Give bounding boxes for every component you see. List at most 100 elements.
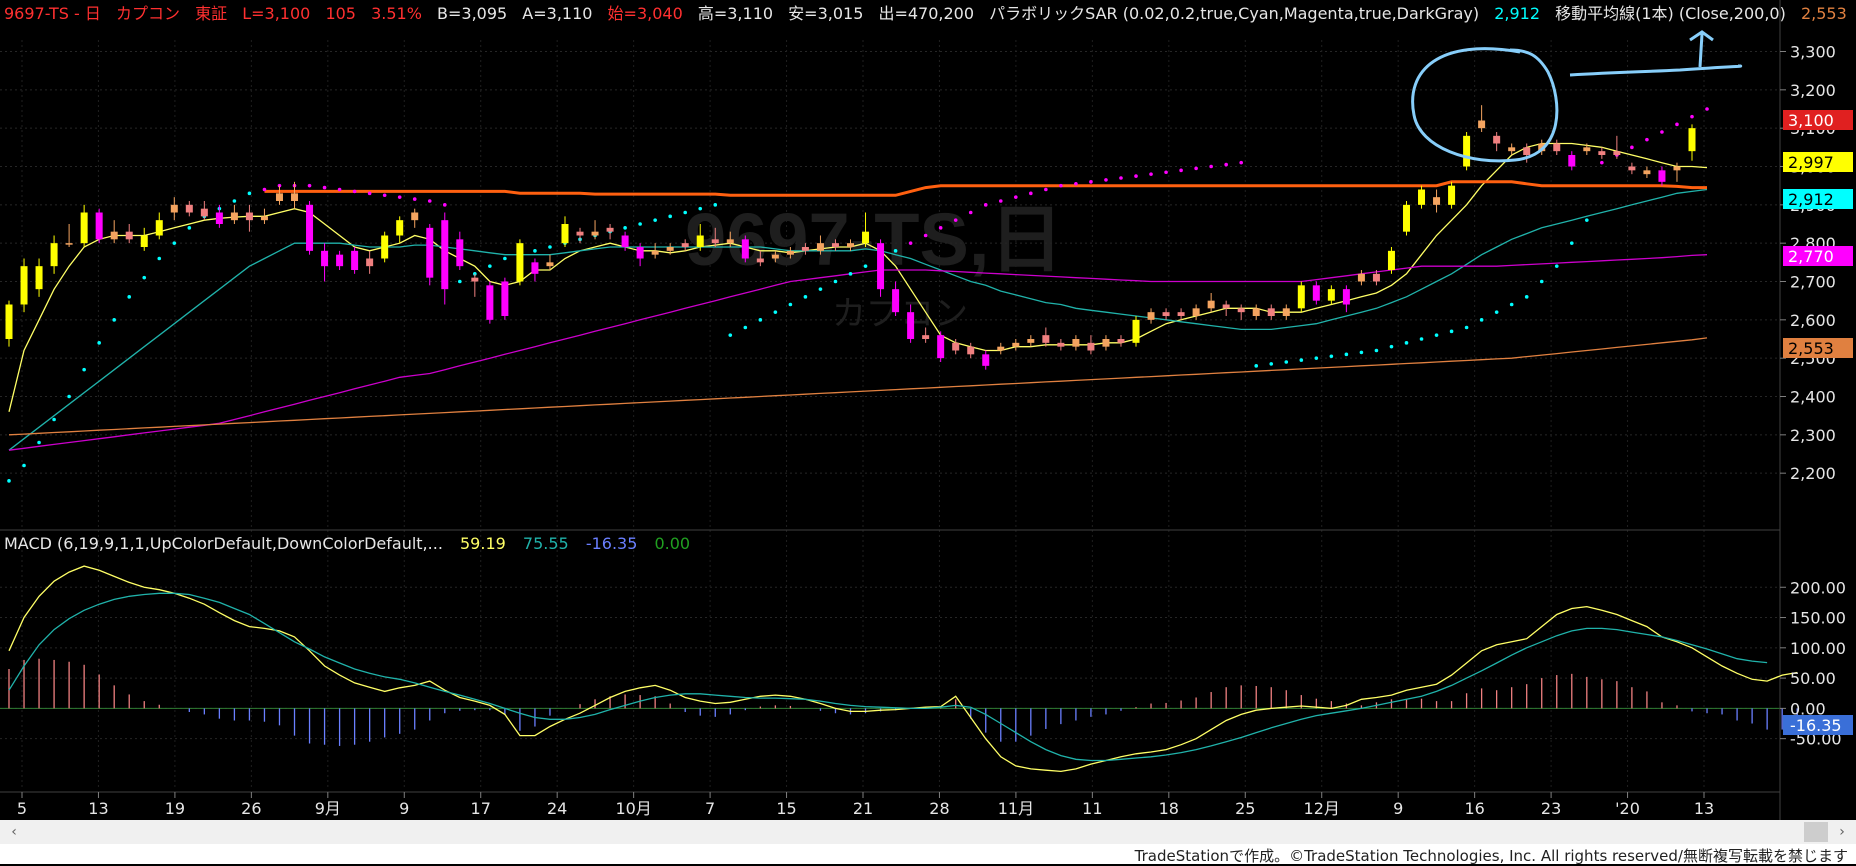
header-change: 105 — [325, 4, 356, 23]
sar-dot — [804, 295, 808, 299]
sar-dot — [338, 188, 342, 192]
header-high: 高=3,110 — [698, 4, 773, 23]
candle-body — [216, 213, 223, 225]
sar-dot — [999, 199, 1003, 203]
horizontal-scrollbar[interactable]: ‹ › — [0, 820, 1856, 844]
candle-body — [997, 347, 1004, 351]
sar-dot — [1525, 295, 1529, 299]
candle-body — [682, 243, 689, 247]
candle-body — [1463, 136, 1470, 167]
sar-dot — [1179, 169, 1183, 173]
sar-badge-text: 2,912 — [1788, 190, 1834, 209]
candle-body — [892, 289, 899, 312]
sar-dot — [1345, 353, 1349, 357]
candle-body — [471, 278, 478, 282]
scrollbar-thumb[interactable] — [1804, 822, 1828, 842]
time-tick-label: 12月 — [1304, 799, 1340, 818]
sar-dot — [157, 257, 161, 261]
candle-body — [1163, 312, 1170, 316]
candle-body — [1598, 151, 1605, 155]
candle-body — [516, 243, 523, 281]
candle-body — [1328, 289, 1335, 301]
sar-dot — [1315, 356, 1319, 360]
candle-body — [366, 259, 373, 267]
time-tick-label: 17 — [471, 799, 491, 818]
macd-tick-label: 200.00 — [1790, 578, 1846, 597]
time-tick-label: 15 — [776, 799, 796, 818]
candle-body — [712, 239, 719, 243]
candle-body — [96, 213, 103, 240]
macd-tick-label: 100.00 — [1790, 639, 1846, 658]
candle-body — [186, 205, 193, 213]
candle-body — [922, 335, 929, 339]
candle-body — [1133, 320, 1140, 343]
sar-dot — [984, 203, 988, 207]
candle-body — [1027, 339, 1034, 343]
candle-body — [1117, 339, 1124, 343]
sar-dot — [1465, 326, 1469, 330]
candle-body — [802, 247, 809, 251]
sar-dot — [503, 257, 507, 261]
time-tick-label: 9 — [1393, 799, 1403, 818]
sar-dot — [37, 441, 41, 445]
candle-body — [1148, 312, 1155, 320]
scroll-right-arrow[interactable]: › — [1830, 822, 1854, 842]
candle-body — [1373, 274, 1380, 282]
sar-dot — [443, 203, 447, 207]
sar-dot — [623, 226, 627, 230]
candle-body — [817, 243, 824, 251]
candle-body — [81, 213, 88, 244]
macd-label: MACD (6,19,9,1,1,UpColorDefault,DownColo… — [4, 534, 443, 553]
ma-200-badge-text: 2,553 — [1788, 339, 1834, 358]
sar-dot — [248, 192, 252, 196]
candle-body — [501, 282, 508, 317]
time-tick-label: 23 — [1541, 799, 1561, 818]
sar-dot — [1029, 192, 1033, 196]
sar-dot — [1660, 130, 1664, 134]
sar-dot — [323, 186, 327, 190]
candle-body — [306, 205, 313, 251]
sar-dot — [683, 211, 687, 215]
sar-dot — [458, 280, 462, 284]
candle-body — [937, 335, 944, 358]
candle-body — [1583, 147, 1590, 151]
header-open: 始=3,040 — [608, 4, 683, 23]
candle-body — [276, 193, 283, 201]
candle-body — [1343, 289, 1350, 304]
sar-dot — [428, 199, 432, 203]
time-tick-label: 10月 — [615, 799, 651, 818]
macd-value: 59.19 — [460, 534, 506, 553]
candle-body — [1418, 190, 1425, 205]
candle-body — [441, 220, 448, 289]
sar-dot — [67, 395, 71, 399]
price-tick-label: 2,200 — [1790, 464, 1836, 483]
candle-body — [1658, 170, 1665, 182]
candle-body — [261, 216, 268, 220]
sar-dot — [924, 234, 928, 238]
candle-body — [1628, 167, 1635, 171]
sar-dot — [112, 318, 116, 322]
candle-body — [622, 236, 629, 248]
chart-canvas[interactable]: 9697-TS,日 カプコン 2,2002,3002,4002,5002,600… — [0, 0, 1856, 820]
header-exchange: 東証 — [195, 4, 227, 23]
candle-body — [1283, 308, 1290, 316]
candle-body — [652, 251, 659, 255]
candle-body — [126, 232, 133, 240]
candle-body — [351, 251, 358, 270]
sar-dot — [1224, 163, 1228, 167]
sar-dot — [172, 241, 176, 245]
sar-dot — [668, 215, 672, 219]
macd-header: MACD (6,19,9,1,1,UpColorDefault,DownColo… — [4, 534, 690, 553]
time-tick-label: 7 — [705, 799, 715, 818]
ma-short-badge-text: 2,997 — [1788, 153, 1834, 172]
candle-body — [577, 232, 584, 236]
price-tick-label: 3,300 — [1790, 43, 1836, 62]
candle-body — [6, 305, 13, 340]
symbol-watermark: 9697-TS,日 — [685, 198, 1063, 281]
header-volume: 出=470,200 — [878, 4, 974, 23]
scroll-left-arrow[interactable]: ‹ — [2, 822, 26, 842]
candle-body — [1673, 167, 1680, 171]
sar-dot — [1014, 195, 1018, 199]
sar-dot — [1360, 351, 1364, 355]
candle-body — [1072, 339, 1079, 347]
